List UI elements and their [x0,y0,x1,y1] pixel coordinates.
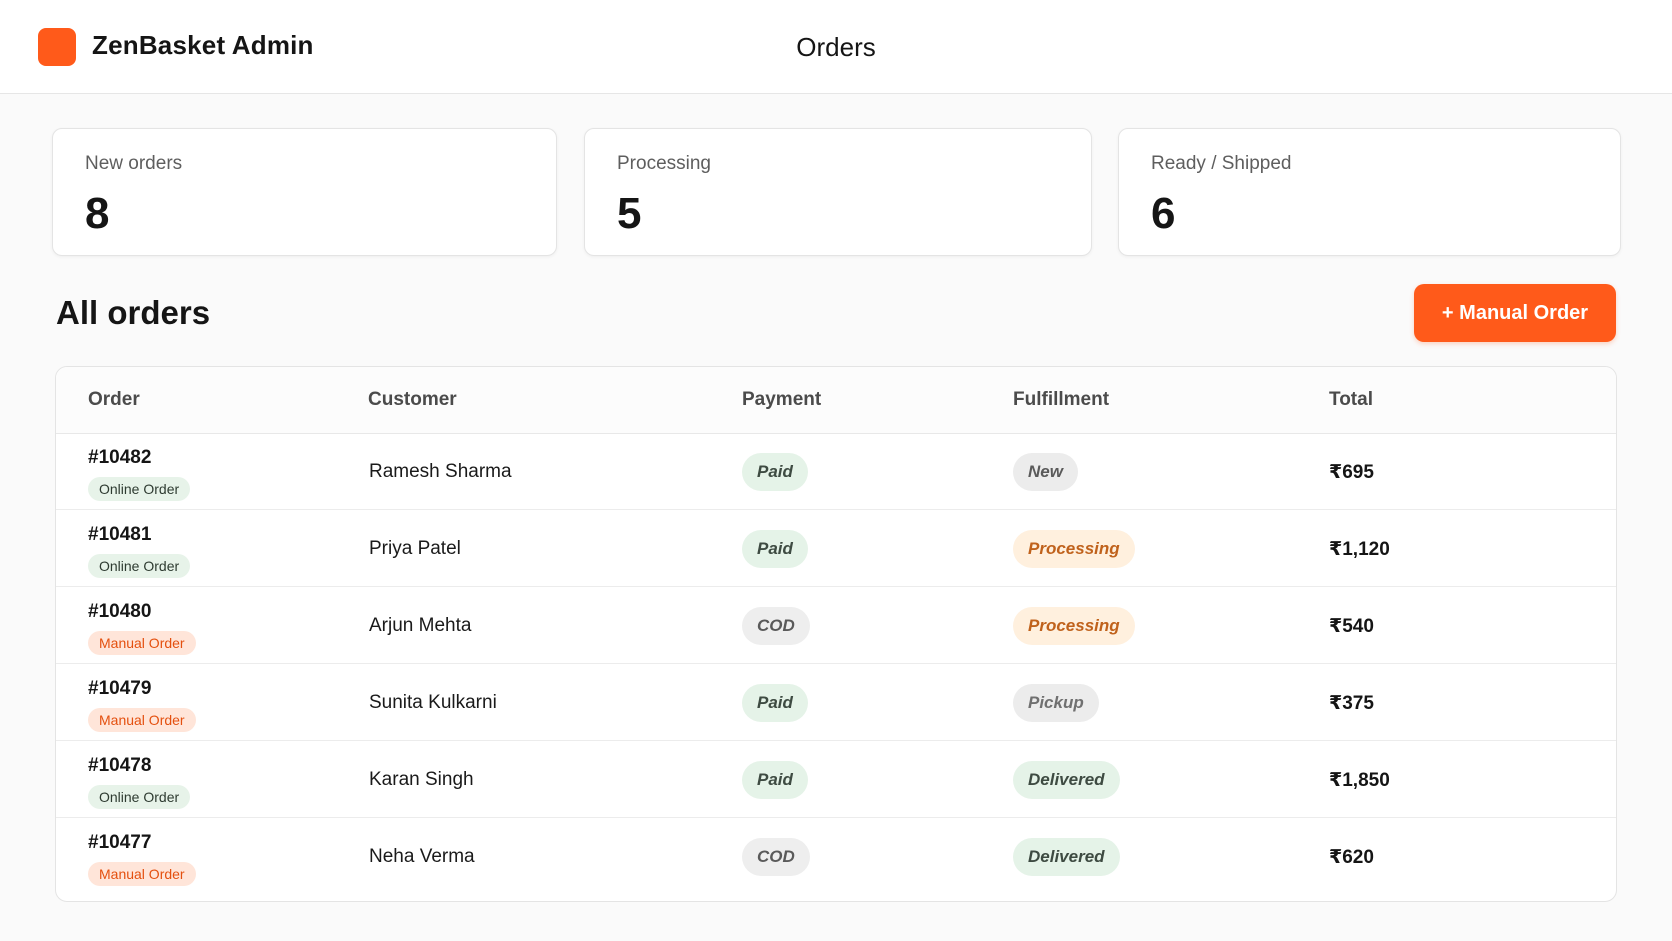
stat-value: 5 [617,189,642,238]
column-header-fulfillment: Fulfillment [1013,389,1110,410]
order-total: ₹1,120 [1329,539,1390,560]
page-title: Orders [796,32,876,62]
payment-status-badge: COD [742,838,810,876]
stat-label: Processing [617,153,711,174]
column-header-customer: Customer [368,389,457,410]
order-type-tag: Online Order [88,785,191,809]
column-header-total: Total [1329,389,1373,410]
table-header: Order Customer Payment Fulfillment Total [56,367,1616,434]
column-header-payment: Payment [742,389,822,410]
column-header-order: Order [88,389,140,410]
app: ZenBasket Admin Orders New orders 8 Proc… [0,0,1672,941]
order-type-tag: Manual Order [88,631,196,655]
order-total: ₹540 [1329,616,1374,637]
customer-name: Priya Patel [369,538,461,559]
stat-card-ready-shipped: Ready / Shipped 6 [1118,128,1621,256]
stat-label: New orders [85,153,183,174]
customer-name: Neha Verma [369,846,475,867]
order-id[interactable]: #10477 [88,832,151,854]
stat-card-new-orders: New orders 8 [52,128,557,256]
fulfillment-status-badge: Delivered [1013,838,1120,876]
order-id[interactable]: #10480 [88,601,151,623]
order-id[interactable]: #10482 [88,447,151,469]
stat-value: 8 [85,189,110,238]
fulfillment-status-badge: Delivered [1013,761,1120,799]
order-total: ₹375 [1329,693,1374,714]
order-total: ₹620 [1329,847,1374,868]
order-id[interactable]: #10481 [88,524,151,546]
order-id[interactable]: #10478 [88,755,151,777]
order-total: ₹1,850 [1329,770,1390,791]
stat-card-processing: Processing 5 [584,128,1092,256]
payment-status-badge: Paid [742,453,808,491]
order-type-tag: Manual Order [88,708,196,732]
fulfillment-status-badge: Pickup [1013,684,1099,722]
payment-status-badge: Paid [742,684,808,722]
fulfillment-status-badge: New [1013,453,1078,491]
stat-label: Ready / Shipped [1151,153,1292,174]
table-row[interactable]: #10480 Manual Order Arjun Mehta COD Proc… [56,587,1616,664]
add-manual-order-button[interactable]: + Manual Order [1414,284,1616,342]
customer-name: Karan Singh [369,769,474,790]
order-type-tag: Manual Order [88,862,196,886]
order-total: ₹695 [1329,462,1374,483]
payment-status-badge: Paid [742,530,808,568]
customer-name: Ramesh Sharma [369,461,512,482]
order-id[interactable]: #10479 [88,678,151,700]
customer-name: Sunita Kulkarni [369,692,497,713]
top-header: ZenBasket Admin Orders [0,0,1672,94]
table-row[interactable]: #10479 Manual Order Sunita Kulkarni Paid… [56,664,1616,741]
customer-name: Arjun Mehta [369,615,472,636]
table-row[interactable]: #10481 Online Order Priya Patel Paid Pro… [56,510,1616,587]
section-title: All orders [56,294,211,331]
order-type-tag: Online Order [88,554,191,578]
fulfillment-status-badge: Processing [1013,530,1135,568]
payment-status-badge: Paid [742,761,808,799]
table-row[interactable]: #10482 Online Order Ramesh Sharma Paid N… [56,433,1616,510]
orders-table: Order Customer Payment Fulfillment Total… [55,366,1617,902]
stat-value: 6 [1151,189,1176,238]
fulfillment-status-badge: Processing [1013,607,1135,645]
table-row[interactable]: #10477 Manual Order Neha Verma COD Deliv… [56,818,1616,895]
order-type-tag: Online Order [88,477,191,501]
payment-status-badge: COD [742,607,810,645]
table-row[interactable]: #10478 Online Order Karan Singh Paid Del… [56,741,1616,818]
